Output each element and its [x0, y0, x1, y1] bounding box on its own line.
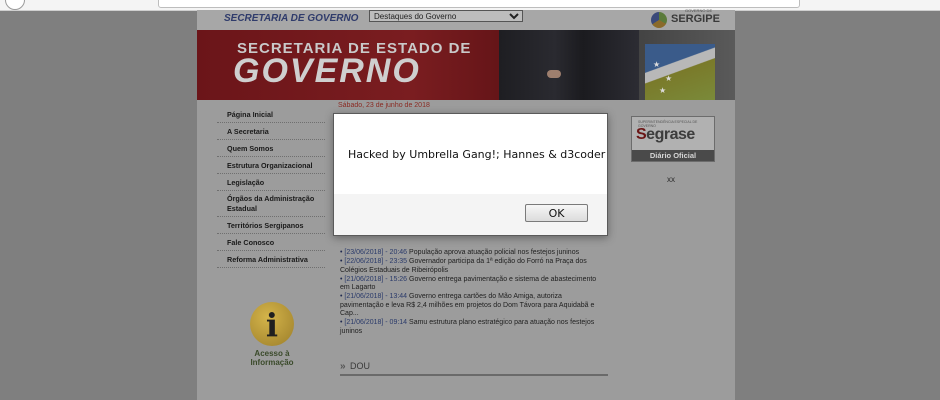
flag-star-icon: ★: [653, 60, 661, 69]
news-item[interactable]: • [21/06/2018] - 13:44 Governo entrega c…: [340, 293, 604, 319]
sergipe-logo[interactable]: GOVERNO DE SERGIPE: [651, 8, 729, 29]
bullet-icon: •: [340, 319, 343, 326]
flag-star-icon: ★: [665, 74, 673, 83]
news-timestamp: [21/06/2018] - 13:44: [344, 293, 408, 300]
news-headline: População aprova atuação policial nos fe…: [409, 249, 580, 256]
site-header: SECRETARIA DE GOVERNO Destaques do Gover…: [197, 8, 735, 30]
menu-item-legislacao[interactable]: Legislação: [217, 174, 325, 191]
address-bar[interactable]: [158, 0, 800, 8]
logo-text: SERGIPE: [671, 13, 720, 25]
acesso-line-1: Acesso à: [254, 349, 290, 358]
menu-item-reforma[interactable]: Reforma Administrativa: [217, 251, 325, 268]
placeholder-text: xx: [667, 175, 675, 184]
alert-message: Hacked by Umbrella Gang!; Hannes & d3cod…: [348, 148, 606, 161]
ok-button[interactable]: OK: [525, 204, 588, 222]
news-timestamp: [23/06/2018] - 20:46: [344, 249, 408, 256]
menu-item-territorios[interactable]: Territórios Sergipanos: [217, 217, 325, 234]
browser-extensions-area: [815, 0, 935, 6]
segrase-diario-oficial-banner[interactable]: SUPERINTENDÊNCIA ESPECIAL DE GOVERNO Seg…: [631, 116, 715, 162]
bullet-icon: •: [340, 275, 343, 283]
bullet-icon: •: [340, 293, 343, 300]
flag-star-icon: ★: [659, 86, 667, 95]
header-banner: SECRETARIA DE ESTADO DE GOVERNO ★ ★ ★: [197, 30, 735, 100]
menu-item-pagina-inicial[interactable]: Página Inicial: [217, 106, 325, 123]
right-sidebar: SUPERINTENDÊNCIA ESPECIAL DE GOVERNO Seg…: [614, 100, 735, 400]
news-timestamp: [22/06/2018] - 23:35: [344, 258, 408, 265]
dou-section-header[interactable]: » DOU: [340, 356, 608, 376]
menu-item-estrutura[interactable]: Estrutura Organizacional: [217, 157, 325, 174]
segrase-logo-text: Segrase: [636, 126, 695, 144]
info-icon: i: [250, 302, 294, 346]
header-title: SECRETARIA DE GOVERNO: [224, 13, 359, 24]
left-sidebar: Página Inicial A Secretaria Quem Somos E…: [197, 100, 334, 400]
news-item[interactable]: • [21/06/2018] - 15:26 Governo entrega p…: [340, 276, 604, 293]
acesso-line-2: Informação: [250, 358, 294, 367]
news-item[interactable]: • [21/06/2018] - 09:14 Samu estrutura pl…: [340, 319, 604, 336]
bullet-icon: •: [340, 258, 343, 265]
diario-oficial-label: Diário Oficial: [632, 150, 714, 161]
menu-item-orgaos[interactable]: Órgãos da Administração Estadual: [217, 191, 325, 217]
acesso-label: Acesso à Informação: [245, 349, 299, 367]
acesso-informacao-link[interactable]: i Acesso à Informação: [245, 302, 299, 367]
banner-photo: [499, 30, 639, 100]
news-item[interactable]: • [22/06/2018] - 23:35 Governador partic…: [340, 258, 604, 275]
main-menu: Página Inicial A Secretaria Quem Somos E…: [217, 106, 325, 268]
banner-line-2: GOVERNO: [233, 52, 421, 90]
current-date: Sábado, 23 de junho de 2018: [338, 102, 430, 109]
alert-dialog: Hacked by Umbrella Gang!; Hannes & d3cod…: [333, 113, 608, 236]
reload-button[interactable]: [5, 0, 25, 10]
news-timestamp: [21/06/2018] - 15:26: [344, 275, 408, 283]
dou-label: DOU: [350, 361, 371, 371]
menu-item-quem-somos[interactable]: Quem Somos: [217, 140, 325, 157]
menu-item-a-secretaria[interactable]: A Secretaria: [217, 123, 325, 140]
sergipe-flag-image: [645, 44, 715, 100]
segrase-logo-rest: egrase: [646, 126, 695, 143]
alert-message-area: Hacked by Umbrella Gang!; Hannes & d3cod…: [334, 114, 607, 194]
highlights-dropdown[interactable]: Destaques do Governo: [369, 10, 523, 22]
news-timestamp: [21/06/2018] - 09:14: [344, 319, 408, 326]
news-list: • [23/06/2018] - 20:46 População aprova …: [340, 249, 604, 337]
menu-item-fale-conosco[interactable]: Fale Conosco: [217, 234, 325, 251]
double-chevron-icon: »: [340, 361, 346, 372]
info-icon-symbol: i: [265, 306, 279, 344]
news-item[interactable]: • [23/06/2018] - 20:46 População aprova …: [340, 249, 604, 258]
bullet-icon: •: [340, 249, 343, 256]
handshake-detail: [547, 70, 561, 78]
sergipe-logo-icon: [651, 12, 667, 28]
segrase-logo-initial: S: [636, 126, 647, 143]
